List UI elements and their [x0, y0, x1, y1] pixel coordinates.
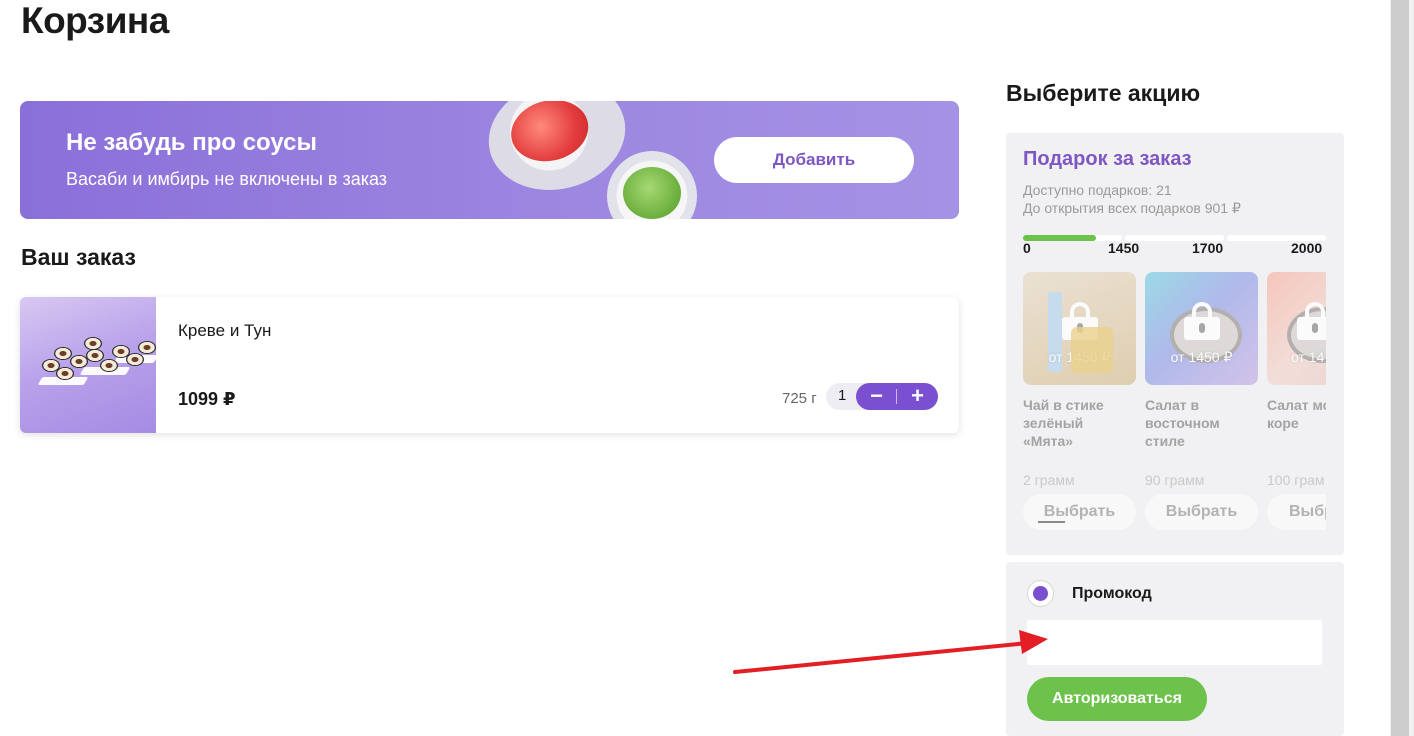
promo-code-input[interactable]	[1027, 620, 1322, 665]
quantity-controls: − +	[856, 383, 938, 410]
quantity-stepper: 1 − +	[826, 383, 938, 410]
order-section-title: Ваш заказ	[21, 244, 136, 270]
gifts-available-text: Доступно подарков: 21	[1023, 182, 1172, 198]
product-image	[20, 297, 159, 433]
gift-card: от 1450 ₽ Салат в восточном стиле 90 гра…	[1145, 272, 1259, 530]
gift-threshold: от 1450 ₽	[1048, 349, 1111, 365]
gift-name: Салат мо по-коре	[1267, 397, 1326, 431]
item-weight: 725 г	[782, 390, 817, 407]
banner-subtitle: Васаби и имбирь не включены в заказ	[66, 169, 388, 189]
gift-image: от 1450 ₽	[1145, 272, 1258, 385]
order-item-card: Креве и Тун 1099 ₽ 725 г 1 − +	[20, 297, 959, 433]
lock-icon	[1062, 302, 1098, 340]
item-name: Креве и Тун	[178, 321, 272, 340]
page-title: Корзина	[21, 0, 169, 41]
gift-image: от 1450 ₽	[1023, 272, 1136, 385]
gift-image: от 14	[1267, 272, 1326, 385]
decrease-quantity-button[interactable]: −	[856, 383, 897, 410]
select-gift-button[interactable]: Выбрать	[1023, 494, 1136, 530]
promo-code-radio[interactable]	[1027, 580, 1054, 607]
promo-code-panel: Промокод Авторизоваться	[1006, 562, 1344, 736]
gift-name: Салат в восточном стиле	[1145, 397, 1220, 449]
gift-weight: 2 грамм	[1023, 472, 1075, 488]
add-sauces-button[interactable]: Добавить	[714, 137, 914, 183]
select-gift-button[interactable]: Выбр	[1267, 494, 1326, 530]
gift-threshold: от 14	[1291, 349, 1325, 365]
gift-weight: 100 грам	[1267, 472, 1325, 488]
gift-weight: 90 грамм	[1145, 472, 1205, 488]
gift-threshold: от 1450 ₽	[1170, 349, 1233, 365]
wasabi-bowl-image	[607, 151, 697, 219]
quantity-value: 1	[838, 387, 847, 404]
gift-carousel: от 1450 ₽ Чай в стике зелёный «Мята» 2 г…	[1023, 272, 1326, 532]
lock-icon	[1297, 302, 1326, 340]
lock-icon	[1184, 302, 1220, 340]
banner-title: Не забудь про соусы	[66, 129, 317, 156]
gifts-remaining-text: До открытия всех подарков 901 ₽	[1023, 200, 1241, 216]
gift-name: Чай в стике зелёный «Мята»	[1023, 397, 1104, 449]
gift-card: от 1450 ₽ Чай в стике зелёный «Мята» 2 г…	[1023, 272, 1137, 530]
gift-panel: Подарок за заказ Доступно подарков: 21 Д…	[1006, 133, 1344, 555]
progress-tick-1450: 1450	[1108, 240, 1140, 256]
promo-code-label: Промокод	[1072, 585, 1152, 602]
gift-card: от 14 Салат мо по-коре 100 грам Выбр	[1267, 272, 1326, 530]
progress-tick-0: 0	[1023, 240, 1031, 256]
increase-quantity-button[interactable]: +	[897, 383, 938, 410]
sauces-promo-banner: Не забудь про соусы Васаби и имбирь не в…	[20, 101, 959, 219]
gift-title: Подарок за заказ	[1023, 148, 1192, 170]
progress-fill	[1023, 235, 1096, 241]
promotions-title: Выберите акцию	[1006, 80, 1201, 106]
select-gift-button[interactable]: Выбрать	[1145, 494, 1258, 530]
item-price: 1099 ₽	[178, 389, 236, 409]
login-button[interactable]: Авторизоваться	[1027, 677, 1207, 721]
progress-tick-1700: 1700	[1192, 240, 1224, 256]
progress-tick-2000: 2000	[1291, 240, 1323, 256]
carousel-scroll-indicator	[1038, 521, 1065, 523]
scrollbar-thumb[interactable]	[1391, 0, 1409, 736]
